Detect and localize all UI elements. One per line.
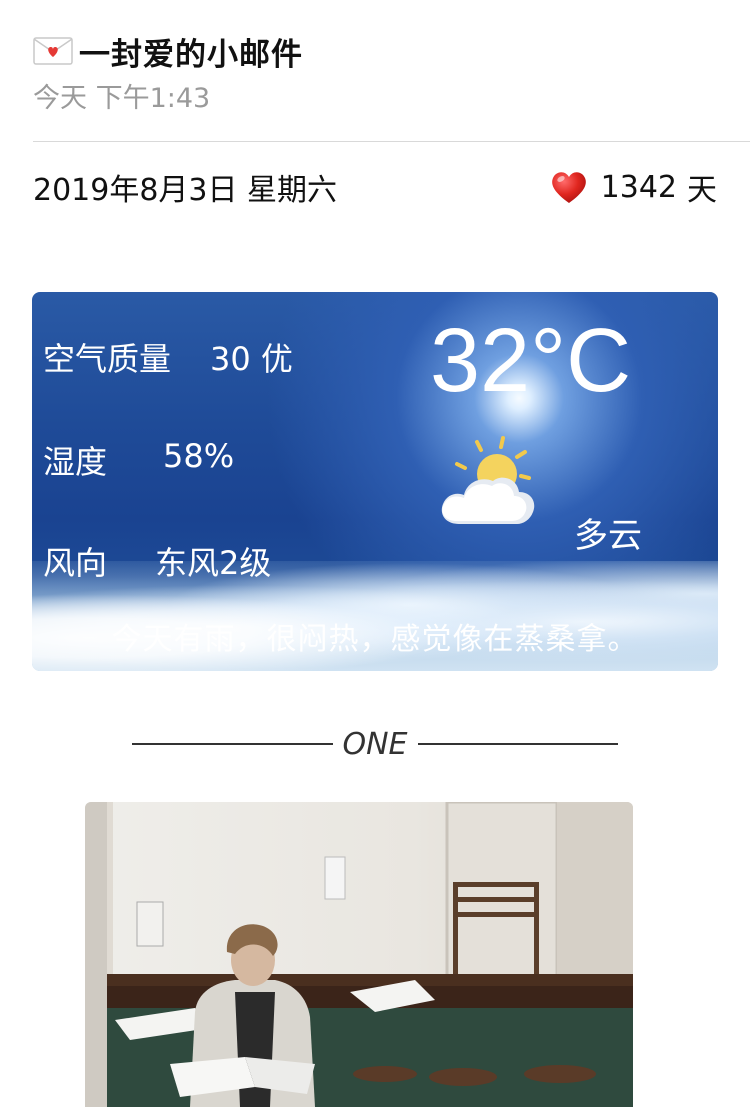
date-row: 2019年8月3日 星期六 1342 天 bbox=[33, 162, 717, 212]
title-row: 一封爱的小邮件 bbox=[33, 28, 303, 74]
mail-time: 今天 下午1:43 bbox=[33, 83, 211, 114]
mail-title: 一封爱的小邮件 bbox=[79, 36, 303, 73]
days-count: 1342 bbox=[600, 169, 677, 205]
weather-remark: 今天有雨，很闷热，感觉像在蒸桑拿。 bbox=[111, 622, 639, 657]
section-title-text: ONE bbox=[342, 726, 408, 762]
man-reading-newspaper-photo[interactable] bbox=[85, 802, 633, 1107]
partly-cloudy-icon bbox=[437, 434, 547, 529]
humidity-label: 湿度 bbox=[43, 443, 108, 481]
wind-label: 风向 bbox=[43, 544, 108, 582]
days-unit: 天 bbox=[687, 173, 717, 208]
section-line-right bbox=[417, 743, 619, 745]
header-divider bbox=[33, 141, 750, 142]
weather-condition: 多云 bbox=[574, 516, 642, 556]
weather-card[interactable]: 空气质量 30 优 湿度 58% 风向 东风2级 32°C 多云 今天有雨，很闷… bbox=[32, 292, 718, 671]
humidity-value: 58% bbox=[163, 437, 235, 475]
temperature: 32°C bbox=[430, 311, 632, 411]
mail-header: 一封爱的小邮件 今天 下午1:43 bbox=[33, 28, 303, 115]
air-quality-value: 30 优 bbox=[210, 340, 293, 378]
air-quality-label: 空气质量 bbox=[43, 340, 172, 378]
days-together: 1342 天 bbox=[549, 165, 717, 209]
love-letter-icon bbox=[33, 37, 73, 65]
section-title-one: ONE bbox=[132, 722, 619, 766]
wind-value: 东风2级 bbox=[155, 544, 272, 582]
heart-icon bbox=[549, 167, 589, 207]
section-line-left bbox=[132, 743, 333, 745]
date-text: 2019年8月3日 星期六 bbox=[33, 173, 338, 208]
